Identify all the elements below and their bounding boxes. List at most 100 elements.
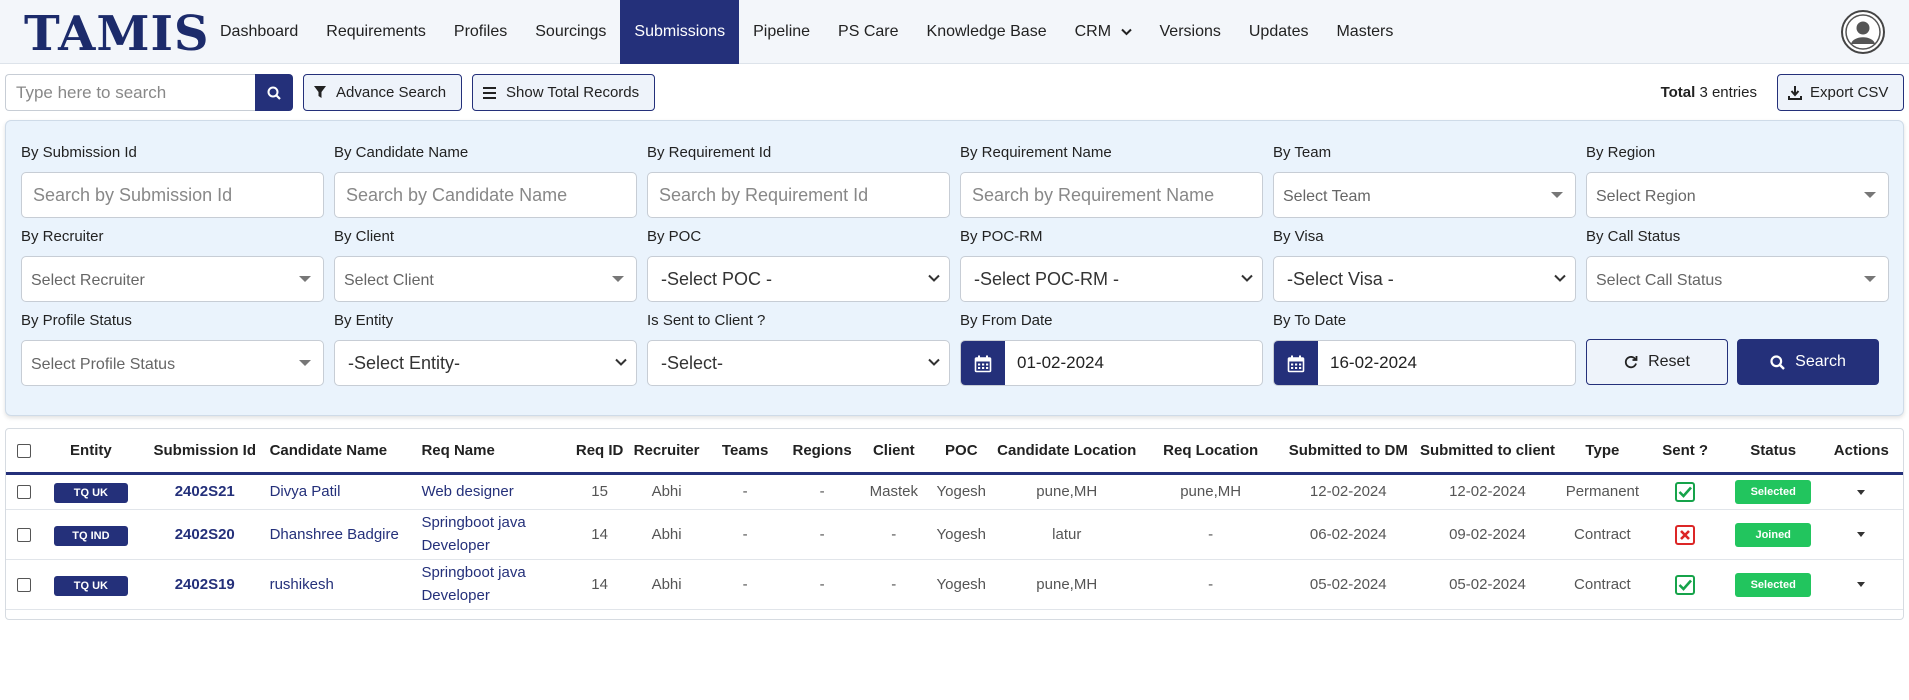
entity-select[interactable]: -Select Entity- [334, 340, 637, 386]
call-status-select[interactable]: Select Call Status [1586, 256, 1889, 302]
nav-profiles[interactable]: Profiles [440, 0, 521, 64]
filter-search-button[interactable]: Search [1737, 339, 1879, 385]
col-req-name[interactable]: Req Name [421, 429, 573, 475]
poc-rm-select[interactable]: -Select POC-RM - [960, 256, 1263, 302]
nav-masters[interactable]: Masters [1322, 0, 1407, 64]
chevron-down-icon [1241, 274, 1253, 282]
candidate-name-link[interactable]: Divya Patil [269, 473, 422, 510]
submission-id-link[interactable]: 2402S20 [139, 509, 270, 560]
col-submitted-to-dm[interactable]: Submitted to DM [1282, 429, 1414, 475]
sent-to-client-select[interactable]: -Select- [647, 340, 950, 386]
filter-poc: By POC -Select POC - [647, 228, 950, 302]
poc-select[interactable]: -Select POC - [647, 256, 950, 302]
recruiter-cell: Abhi [627, 473, 707, 510]
candidate-name-link[interactable]: rushikesh [269, 559, 422, 610]
table-row[interactable]: TQ IND 2402S20 Dhanshree Badgire Springb… [6, 509, 1903, 560]
select-all-checkbox[interactable] [16, 443, 31, 458]
filter-poc-label: By POC [647, 228, 702, 245]
user-avatar[interactable] [1841, 10, 1885, 54]
requirement-id-input[interactable]: Search by Requirement Id [647, 172, 950, 218]
cross-icon[interactable] [1675, 524, 1696, 545]
reset-button[interactable]: Reset [1586, 339, 1728, 385]
check-icon[interactable] [1675, 482, 1696, 503]
col-teams[interactable]: Teams [706, 429, 785, 475]
from-date-picker[interactable]: 01-02-2024 [960, 340, 1263, 386]
chevron-down-icon [928, 358, 940, 366]
col-client[interactable]: Client [860, 429, 928, 475]
nav-dashboard[interactable]: Dashboard [206, 0, 312, 64]
filter-requirement-id-label: By Requirement Id [647, 144, 772, 161]
col-entity[interactable]: Entity [41, 429, 140, 475]
col-candidate-location[interactable]: Candidate Location [995, 429, 1139, 475]
table-row[interactable]: TQ UK 2402S19 rushikesh Springboot java … [6, 559, 1903, 610]
col-req-location[interactable]: Req Location [1138, 429, 1283, 475]
col-type[interactable]: Type [1561, 429, 1644, 475]
table-row[interactable]: TQ UK 2402S21 Divya Patil Web designer 1… [6, 473, 1903, 510]
to-date-value[interactable]: 16-02-2024 [1318, 341, 1417, 385]
req-name-link[interactable]: Springboot java Developer [421, 559, 573, 610]
col-candidate-name[interactable]: Candidate Name [269, 429, 422, 475]
filter-candidate-name-label: By Candidate Name [334, 144, 469, 161]
recruiter-select[interactable]: Select Recruiter [21, 256, 324, 302]
col-status[interactable]: Status [1726, 429, 1820, 475]
col-submitted-to-client[interactable]: Submitted to client [1413, 429, 1562, 475]
client-cell: - [860, 559, 928, 610]
row-checkbox[interactable] [16, 577, 31, 592]
submission-id-input[interactable]: Search by Submission Id [21, 172, 324, 218]
nav-pipeline[interactable]: Pipeline [739, 0, 824, 64]
from-date-value[interactable]: 01-02-2024 [1005, 341, 1104, 385]
filter-requirement-name-label: By Requirement Name [960, 144, 1112, 161]
nav-versions[interactable]: Versions [1146, 0, 1235, 64]
submission-id-link[interactable]: 2402S21 [139, 473, 270, 510]
check-icon[interactable] [1675, 574, 1696, 595]
nav-requirements[interactable]: Requirements [312, 0, 440, 64]
filter-icon [314, 86, 326, 98]
refresh-icon [1625, 356, 1638, 369]
from-date-calendar-button[interactable] [961, 341, 1005, 385]
search-input[interactable] [5, 74, 255, 111]
advance-search-button[interactable]: Advance Search [303, 74, 462, 111]
show-total-records-button[interactable]: Show Total Records [472, 74, 655, 111]
to-date-calendar-button[interactable] [1274, 341, 1318, 385]
candidate-name-link[interactable]: Dhanshree Badgire [269, 509, 422, 560]
req-name-link[interactable]: Springboot java Developer [421, 509, 573, 560]
actions-dropdown-icon[interactable] [1857, 582, 1866, 588]
region-select-value: Select Region [1596, 188, 1696, 205]
nav-ps-care[interactable]: PS Care [824, 0, 912, 64]
submission-id-link[interactable]: 2402S19 [139, 559, 270, 610]
nav-submissions[interactable]: Submissions [620, 0, 740, 64]
status-cell: Selected [1726, 473, 1820, 510]
visa-select[interactable]: -Select Visa - [1273, 256, 1576, 302]
to-date-picker[interactable]: 16-02-2024 [1273, 340, 1576, 386]
nav-knowledge-base[interactable]: Knowledge Base [913, 0, 1061, 64]
col-req-id[interactable]: Req ID [572, 429, 628, 475]
region-select[interactable]: Select Region [1586, 172, 1889, 218]
actions-dropdown-icon[interactable] [1857, 532, 1866, 538]
submitted-to-dm-cell: 12-02-2024 [1282, 473, 1414, 510]
col-regions[interactable]: Regions [784, 429, 861, 475]
requirement-name-input[interactable]: Search by Requirement Name [960, 172, 1263, 218]
global-search [5, 74, 293, 111]
col-recruiter[interactable]: Recruiter [627, 429, 707, 475]
col-poc[interactable]: POC [927, 429, 996, 475]
profile-status-select[interactable]: Select Profile Status [21, 340, 324, 386]
nav-sourcings[interactable]: Sourcings [521, 0, 620, 64]
app-logo[interactable]: TAMIS [24, 6, 210, 62]
req-name-link[interactable]: Web designer [421, 473, 573, 510]
client-select[interactable]: Select Client [334, 256, 637, 302]
row-checkbox[interactable] [16, 527, 31, 542]
export-csv-button[interactable]: Export CSV [1777, 74, 1904, 111]
row-checkbox[interactable] [16, 485, 31, 500]
nav-crm[interactable]: CRM [1061, 0, 1146, 64]
search-button[interactable] [255, 74, 293, 111]
req-id-cell: 15 [572, 473, 628, 510]
team-select[interactable]: Select Team [1273, 172, 1576, 218]
actions-dropdown-icon[interactable] [1857, 489, 1866, 495]
col-submission-id[interactable]: Submission Id [139, 429, 270, 475]
chevron-down-icon [1554, 274, 1566, 282]
nav-updates[interactable]: Updates [1235, 0, 1323, 64]
filter-submission-id-label: By Submission Id [21, 144, 137, 161]
candidate-name-input[interactable]: Search by Candidate Name [334, 172, 637, 218]
col-sent[interactable]: Sent ? [1643, 429, 1727, 475]
req-location-cell: pune,MH [1138, 473, 1283, 510]
